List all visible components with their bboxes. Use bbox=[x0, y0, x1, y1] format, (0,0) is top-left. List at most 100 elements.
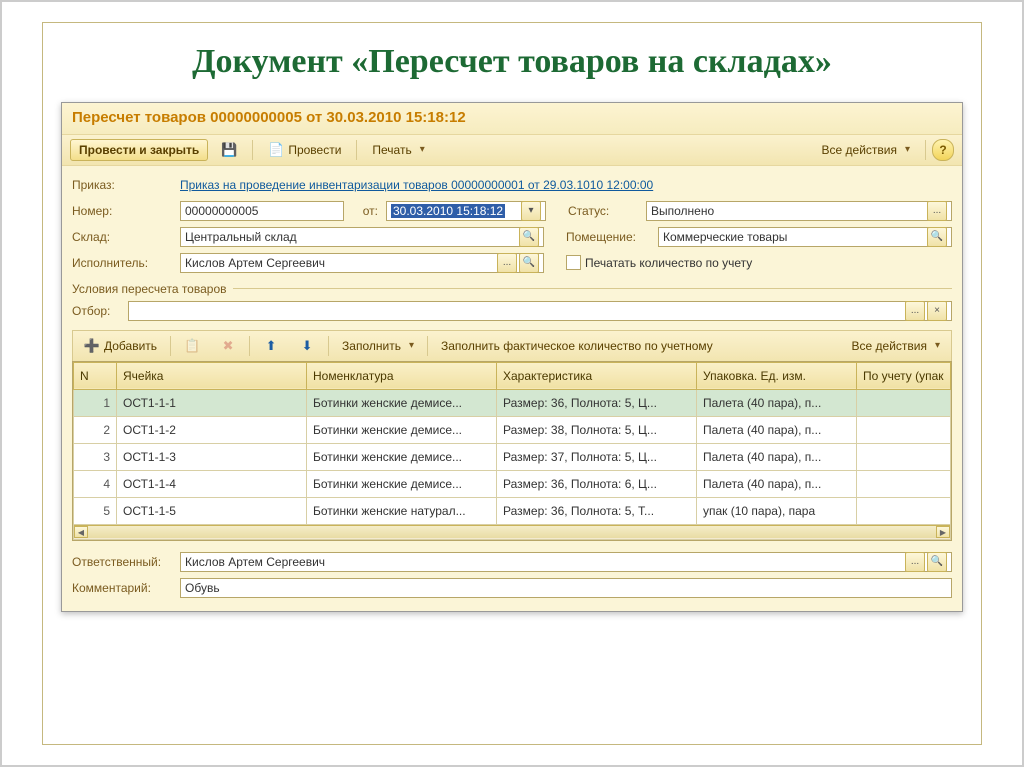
status-label: Статус: bbox=[550, 204, 642, 218]
col-pack[interactable]: Упаковка. Ед. изм. bbox=[697, 362, 857, 389]
cell-acct bbox=[857, 497, 951, 524]
print-qty-checkbox-wrap[interactable]: Печатать количество по учету bbox=[548, 255, 752, 270]
h-scrollbar-row: ◀ ▶ bbox=[74, 524, 951, 539]
form-area: Приказ: Приказ на проведение инвентариза… bbox=[62, 166, 962, 611]
save-button[interactable]: 💾 bbox=[212, 139, 246, 161]
arrow-up-icon: ⬆ bbox=[263, 338, 279, 354]
fill-actual-label: Заполнить фактическое количество по учет… bbox=[441, 337, 713, 355]
cell-char: Размер: 36, Полнота: 6, Ц... bbox=[497, 470, 697, 497]
cell-n: 5 bbox=[74, 497, 117, 524]
performer-select-button[interactable]: ... bbox=[497, 253, 517, 273]
date-value: 30.03.2010 15:18:12 bbox=[391, 204, 505, 218]
col-acct[interactable]: По учету (упак bbox=[857, 362, 951, 389]
fill-actual-button[interactable]: Заполнить фактическое количество по учет… bbox=[432, 335, 722, 357]
performer-label: Исполнитель: bbox=[72, 256, 176, 270]
scroll-right-icon[interactable]: ▶ bbox=[936, 526, 950, 538]
move-down-button[interactable]: ⬇ bbox=[290, 335, 324, 357]
post-button[interactable]: 📄Провести bbox=[259, 139, 350, 161]
performer-value: Кислов Артем Сергеевич bbox=[185, 256, 325, 270]
cell-acct bbox=[857, 389, 951, 416]
room-lookup-button[interactable]: 🔍 bbox=[927, 227, 947, 247]
help-button[interactable]: ? bbox=[932, 139, 954, 161]
number-field[interactable]: 00000000005 bbox=[180, 201, 344, 221]
status-value: Выполнено bbox=[651, 204, 714, 218]
table-row[interactable]: 3 ОСТ1-1-3 Ботинки женские демисе... Раз… bbox=[74, 443, 951, 470]
filter-field[interactable]: ...× bbox=[128, 301, 952, 321]
add-row-label: Добавить bbox=[104, 337, 157, 355]
status-field[interactable]: Выполнено... bbox=[646, 201, 952, 221]
cell-char: Размер: 38, Полнота: 5, Ц... bbox=[497, 416, 697, 443]
number-label: Номер: bbox=[72, 204, 176, 218]
post-and-close-button[interactable]: Провести и закрыть bbox=[70, 139, 208, 161]
cell-cell: ОСТ1-1-3 bbox=[117, 443, 307, 470]
delete-icon: ✖ bbox=[220, 338, 236, 354]
col-cell[interactable]: Ячейка bbox=[117, 362, 307, 389]
cell-nomen: Ботинки женские натурал... bbox=[307, 497, 497, 524]
cell-n: 4 bbox=[74, 470, 117, 497]
cell-cell: ОСТ1-1-4 bbox=[117, 470, 307, 497]
filter-select-button[interactable]: ... bbox=[905, 301, 925, 321]
warehouse-label: Склад: bbox=[72, 230, 176, 244]
room-value: Коммерческие товары bbox=[663, 230, 787, 244]
separator bbox=[252, 140, 253, 160]
add-row-button[interactable]: ➕Добавить bbox=[75, 335, 166, 357]
cell-acct bbox=[857, 443, 951, 470]
table-all-actions-button[interactable]: Все действия bbox=[843, 335, 950, 357]
warehouse-field[interactable]: Центральный склад🔍 bbox=[180, 227, 544, 247]
cell-nomen: Ботинки женские демисе... bbox=[307, 443, 497, 470]
delete-row-button[interactable]: ✖ bbox=[211, 335, 245, 357]
main-toolbar: Провести и закрыть 💾 📄Провести Печать Вс… bbox=[62, 134, 962, 166]
filter-clear-button[interactable]: × bbox=[927, 301, 947, 321]
fill-button-label: Заполнить bbox=[342, 337, 401, 355]
order-link[interactable]: Приказ на проведение инвентаризации това… bbox=[180, 178, 653, 192]
col-n[interactable]: N bbox=[74, 362, 117, 389]
comment-value: Обувь bbox=[185, 581, 220, 595]
date-field[interactable]: 30.03.2010 15:18:12 ▾ bbox=[386, 201, 546, 221]
cell-n: 2 bbox=[74, 416, 117, 443]
table-all-actions-label: Все действия bbox=[852, 337, 927, 355]
cell-pack: Палета (40 пара), п... bbox=[697, 416, 857, 443]
separator bbox=[249, 336, 250, 356]
print-button[interactable]: Печать bbox=[363, 139, 433, 161]
cell-pack: Палета (40 пара), п... bbox=[697, 470, 857, 497]
comment-field[interactable]: Обувь bbox=[180, 578, 952, 598]
responsible-field[interactable]: Кислов Артем Сергеевич...🔍 bbox=[180, 552, 952, 572]
post-button-label: Провести bbox=[288, 141, 341, 159]
performer-field[interactable]: Кислов Артем Сергеевич...🔍 bbox=[180, 253, 544, 273]
responsible-label: Ответственный: bbox=[72, 555, 176, 569]
copy-icon: 📋 bbox=[184, 338, 200, 354]
print-button-label: Печать bbox=[372, 141, 411, 159]
cell-pack: Палета (40 пара), п... bbox=[697, 389, 857, 416]
cell-char: Размер: 36, Полнота: 5, Ц... bbox=[497, 389, 697, 416]
col-nomen[interactable]: Номенклатура bbox=[307, 362, 497, 389]
save-icon: 💾 bbox=[221, 142, 237, 158]
arrow-down-icon: ⬇ bbox=[299, 338, 315, 354]
slide-title: Документ «Пересчет товаров на складах» bbox=[61, 41, 963, 84]
h-scrollbar[interactable]: ◀ ▶ bbox=[74, 525, 950, 538]
copy-row-button[interactable]: 📋 bbox=[175, 335, 209, 357]
all-actions-label: Все действия bbox=[822, 141, 897, 159]
move-up-button[interactable]: ⬆ bbox=[254, 335, 288, 357]
fill-button[interactable]: Заполнить bbox=[333, 335, 423, 357]
warehouse-lookup-button[interactable]: 🔍 bbox=[519, 227, 539, 247]
app-title: Пересчет товаров 00000000005 от 30.03.20… bbox=[62, 103, 962, 134]
responsible-lookup-button[interactable]: 🔍 bbox=[927, 552, 947, 572]
all-actions-button[interactable]: Все действия bbox=[813, 139, 920, 161]
number-value: 00000000005 bbox=[185, 204, 258, 218]
scroll-left-icon[interactable]: ◀ bbox=[74, 526, 88, 538]
responsible-select-button[interactable]: ... bbox=[905, 552, 925, 572]
status-select-button[interactable]: ... bbox=[927, 201, 947, 221]
separator bbox=[925, 140, 926, 160]
col-char[interactable]: Характеристика bbox=[497, 362, 697, 389]
date-label: от: bbox=[348, 204, 382, 218]
table-row[interactable]: 2 ОСТ1-1-2 Ботинки женские демисе... Раз… bbox=[74, 416, 951, 443]
table-row[interactable]: 4 ОСТ1-1-4 Ботинки женские демисе... Раз… bbox=[74, 470, 951, 497]
table-row[interactable]: 1 ОСТ1-1-1 Ботинки женские демисе... Раз… bbox=[74, 389, 951, 416]
post-icon: 📄 bbox=[268, 142, 284, 158]
plus-icon: ➕ bbox=[84, 338, 100, 354]
cell-nomen: Ботинки женские демисе... bbox=[307, 389, 497, 416]
room-field[interactable]: Коммерческие товары 🔍 bbox=[658, 227, 952, 247]
date-spinner[interactable]: ▾ bbox=[521, 201, 541, 221]
table-row[interactable]: 5 ОСТ1-1-5 Ботинки женские натурал... Ра… bbox=[74, 497, 951, 524]
performer-lookup-button[interactable]: 🔍 bbox=[519, 253, 539, 273]
